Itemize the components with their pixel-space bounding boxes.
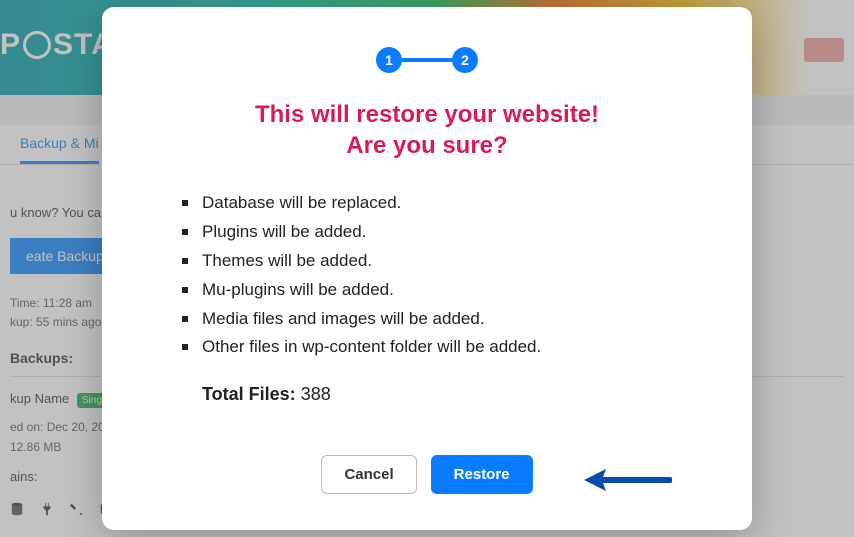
list-item: Media files and images will be added.	[182, 305, 702, 334]
restore-confirm-modal: 1 2 This will restore your website! Are …	[102, 7, 752, 531]
list-item: Themes will be added.	[182, 247, 702, 276]
callout-arrow-icon	[582, 465, 672, 500]
restore-item-list: Database will be replaced. Plugins will …	[152, 189, 702, 362]
step-1: 1	[376, 47, 402, 73]
list-item: Database will be replaced.	[182, 189, 702, 218]
step-2: 2	[452, 47, 478, 73]
modal-title-line2: Are you sure?	[346, 132, 507, 159]
restore-button[interactable]: Restore	[431, 455, 533, 494]
step-connector	[402, 58, 452, 62]
list-item: Mu-plugins will be added.	[182, 276, 702, 305]
modal-overlay: 1 2 This will restore your website! Are …	[0, 0, 854, 537]
total-files-row: Total Files: 388	[152, 384, 702, 405]
modal-title: This will restore your website! Are you …	[152, 99, 702, 161]
total-files-label: Total Files:	[202, 384, 296, 404]
total-files-value: 388	[301, 384, 331, 404]
stepper: 1 2	[152, 47, 702, 73]
modal-title-line1: This will restore your website!	[255, 101, 599, 128]
cancel-button[interactable]: Cancel	[321, 455, 416, 494]
list-item: Plugins will be added.	[182, 218, 702, 247]
list-item: Other files in wp-content folder will be…	[182, 333, 702, 362]
